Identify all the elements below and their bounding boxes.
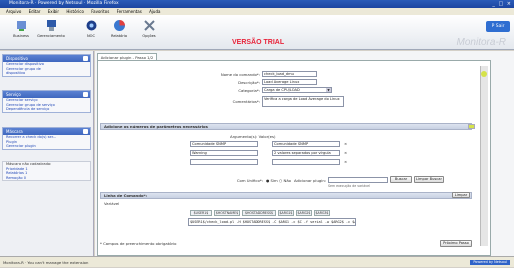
collapse-icon[interactable] xyxy=(83,56,88,61)
chevron-down-icon[interactable]: ▼ xyxy=(326,88,331,92)
sidebar-item-service-dependency[interactable]: Dependência de serviço xyxy=(3,107,90,112)
window-controls[interactable]: _ □ × xyxy=(492,1,512,7)
help-icon[interactable] xyxy=(468,124,475,129)
variable-chip[interactable]: $ARG3$ xyxy=(314,210,330,216)
toolbar-options-label: Opções xyxy=(142,34,156,38)
collapse-icon[interactable] xyxy=(83,92,88,97)
menu-history[interactable]: Histórico xyxy=(66,9,84,14)
management-icon xyxy=(46,20,56,31)
status-text: Monitora-R · You can't manage the extens… xyxy=(3,260,89,265)
toolbar-noc-label: NOC xyxy=(86,34,96,38)
toolbar-management-label: Gerenciamento xyxy=(37,34,65,38)
command-section-header: Linha de Comando*: xyxy=(100,192,472,199)
menu-bar: Arquivo Editar Exibir Histórico Favorito… xyxy=(0,8,514,15)
category-select[interactable]: Carga de CPU/LOAD ▼ xyxy=(262,87,332,93)
sidebar-stat[interactable]: Remoção 0 xyxy=(3,176,90,181)
status-bar: Monitora-R · You can't manage the extens… xyxy=(0,256,514,267)
menu-tools[interactable]: Ferramentas xyxy=(117,9,142,14)
radio-yes-label: Sim xyxy=(270,178,278,183)
powered-by-badge: Powered by Netsoul xyxy=(470,260,510,265)
variable-chip[interactable]: $ARG1$ xyxy=(278,210,294,216)
report-icon xyxy=(113,20,125,31)
sidebar-box-title[interactable]: Máscara xyxy=(3,128,90,135)
sidebar-box-title[interactable]: Dispositivo xyxy=(3,55,90,62)
variable-chip[interactable]: $USER1$ xyxy=(190,210,212,216)
variable-chip[interactable]: $ARG2$ xyxy=(296,210,312,216)
command-name-input[interactable]: check_load_dmu xyxy=(262,71,317,77)
plugin-search-hint: Sem execução de variável xyxy=(328,184,370,188)
brand-logo: Monitora-R xyxy=(456,37,506,48)
required-fields-note: * Campos de preenchimento obrigatório xyxy=(100,241,177,246)
comments-textarea[interactable]: Verifica a carga de Load Average do Linu… xyxy=(262,96,344,107)
status-indicator-icon xyxy=(481,71,487,77)
comments-label: Comentários*: xyxy=(232,99,260,104)
trial-version-label: VERSÃO TRIAL xyxy=(232,39,285,46)
menu-view[interactable]: Exibir xyxy=(48,9,59,14)
param-header: Argumento(s): Valor(es) xyxy=(230,134,276,139)
plugin-search-label: Adicionar plugin: xyxy=(294,178,326,183)
next-step-button[interactable]: Próximo Passo xyxy=(440,240,472,247)
description-input[interactable]: Load Average Linux xyxy=(262,79,317,85)
menu-edit[interactable]: Editar xyxy=(29,9,41,14)
param-val-2[interactable]: 2 valores separados por vírgula xyxy=(272,150,340,156)
sidebar-item-device[interactable]: dispositivo xyxy=(3,71,90,76)
sidebar: Dispositivo Gerenciar dispositivo Gerenc… xyxy=(0,51,94,256)
menu-help[interactable]: Ajuda xyxy=(149,9,160,14)
window-title: Monitora-R · Powered by Netsoul · Mozill… xyxy=(9,1,119,6)
param-arg-2[interactable]: Warning xyxy=(190,150,258,156)
param-val-3[interactable] xyxy=(272,159,340,165)
collapse-icon[interactable] xyxy=(83,129,88,134)
variable-chip[interactable]: $HOSTNAME$ xyxy=(214,210,240,216)
variable-label: Variável xyxy=(104,201,120,206)
command-line-input[interactable]: $USER1$/check_load.pl -H $HOSTADDRESS$ -… xyxy=(188,218,356,226)
description-label: Descrição*: xyxy=(238,80,260,85)
remove-param-icon[interactable]: × xyxy=(344,150,347,155)
menu-bookmarks[interactable]: Favoritos xyxy=(91,9,109,14)
remove-param-icon[interactable]: × xyxy=(344,141,347,146)
radio-no-icon[interactable]: ○ xyxy=(279,178,282,183)
options-icon xyxy=(143,20,155,31)
business-icon xyxy=(16,21,26,31)
variable-chip[interactable]: $HOSTADDRESS$ xyxy=(242,210,276,216)
toolbar-options[interactable]: Opções xyxy=(134,17,164,38)
sidebar-box-device: Dispositivo Gerenciar dispositivo Gerenc… xyxy=(2,54,91,77)
remove-param-icon[interactable]: × xyxy=(344,159,347,164)
toolbar-management[interactable]: Gerenciamento xyxy=(36,17,66,38)
plugin-search-input[interactable] xyxy=(328,177,388,183)
param-arg-3[interactable] xyxy=(190,159,258,165)
sidebar-box-title[interactable]: Serviço xyxy=(3,91,90,98)
sidebar-box-service: Serviço Gerenciar serviço Gerenciar grup… xyxy=(2,90,91,113)
clear-command-button[interactable]: Limpar xyxy=(452,192,470,198)
menu-file[interactable]: Arquivo xyxy=(6,9,21,14)
scrollbar[interactable] xyxy=(480,66,488,246)
command-name-label: Nome do comando*: xyxy=(220,72,260,77)
loop-label: Com Unifico*: xyxy=(236,178,263,183)
sidebar-box-stats: Máscara não cadastrado: Prioridade 1 Rel… xyxy=(2,161,91,182)
loop-radio-group[interactable]: ● Sim ○ Não xyxy=(266,178,291,183)
radio-yes-icon[interactable]: ● xyxy=(266,178,269,183)
exit-button[interactable]: P Sair xyxy=(486,21,510,32)
toolbar-noc[interactable]: NOC xyxy=(76,17,106,38)
toolbar-report[interactable]: Relatório xyxy=(104,17,134,38)
noc-icon xyxy=(86,20,96,31)
params-section-header: Adicione os números de parâmetros necess… xyxy=(100,123,472,130)
toolbar-report-label: Relatório xyxy=(110,34,128,38)
param-arg-1[interactable]: Comunidade SNMP xyxy=(190,141,258,147)
toolbar-business-label: Business xyxy=(13,34,29,38)
sidebar-box-mask: Máscara Recorrer a check do(s) ser... Pl… xyxy=(2,127,91,150)
search-button[interactable]: Buscar xyxy=(390,176,412,183)
clear-search-button[interactable]: Limpar Buscar xyxy=(414,176,444,183)
tab-add-plugin[interactable]: Adicionar plugin - Passo 1/2 xyxy=(97,53,157,60)
category-label: Categoria*: xyxy=(238,88,260,93)
window-title-bar: Monitora-R · Powered by Netsoul · Mozill… xyxy=(0,0,514,8)
param-val-1[interactable]: Comunidade SNMP xyxy=(272,141,340,147)
sidebar-item-manage-plugin[interactable]: Gerenciar plugin xyxy=(3,144,90,149)
toolbar-business[interactable]: Business xyxy=(6,17,36,38)
